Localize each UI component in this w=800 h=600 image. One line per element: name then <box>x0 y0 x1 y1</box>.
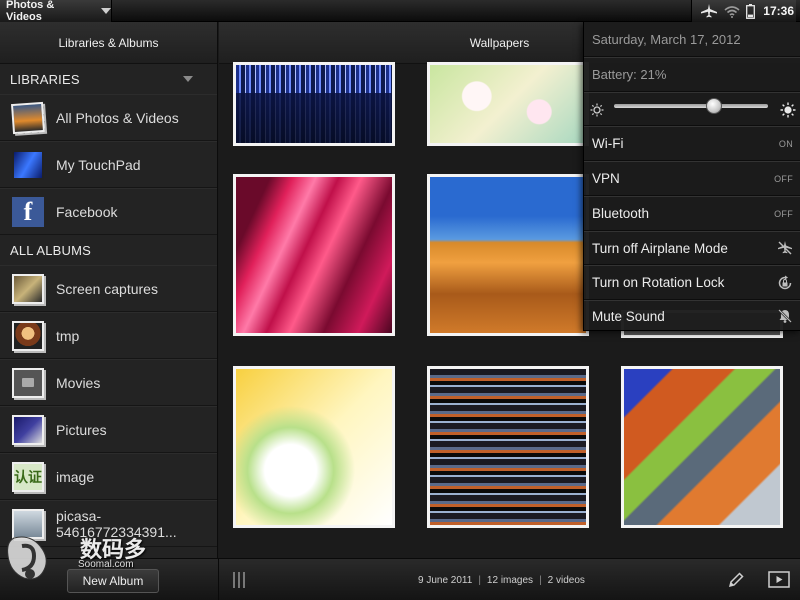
albums-section-label: ALL ALBUMS <box>0 235 217 265</box>
video-count: 2 videos <box>547 574 585 586</box>
divider <box>218 559 219 600</box>
wifi-label: Wi-Fi <box>592 136 624 151</box>
quick-settings-menu: Saturday, March 17, 2012 Battery: 21% Wi… <box>583 22 800 331</box>
rotation-lock-row[interactable]: Turn on Rotation Lock <box>584 265 800 300</box>
vpn-state: OFF <box>774 173 793 184</box>
albums-label: ALL ALBUMS <box>10 242 92 258</box>
airplane-mode-label: Turn off Airplane Mode <box>592 240 728 256</box>
video-camera-icon <box>12 367 44 398</box>
sidebar-item-facebook[interactable]: f Facebook <box>0 188 217 235</box>
bottom-toolbar: New Album 9 June 2011 | 12 images | 2 vi… <box>0 558 800 600</box>
sidebar-title: Libraries & Albums <box>0 22 217 64</box>
album-thumbnail <box>12 414 44 445</box>
album-info: 9 June 2011 | 12 images | 2 videos <box>418 559 585 600</box>
sidebar-item-label: Pictures <box>56 421 107 438</box>
date-row: Saturday, March 17, 2012 <box>584 22 800 57</box>
brightness-slider-thumb[interactable] <box>706 98 723 114</box>
sidebar-item-image[interactable]: 认证 image <box>0 453 217 500</box>
photo-thumbnail[interactable] <box>233 366 395 528</box>
vpn-label: VPN <box>592 171 620 186</box>
battery-row: Battery: 21% <box>584 57 800 92</box>
app-name: Photos & Videos <box>6 0 55 23</box>
mute-icon <box>778 309 792 323</box>
system-status-area[interactable]: 17:36 <box>691 0 796 22</box>
photo-thumbnail[interactable] <box>427 174 589 336</box>
rotation-lock-label: Turn on Rotation Lock <box>592 275 725 290</box>
sidebar-item-label: tmp <box>56 327 80 344</box>
libraries-label: LIBRARIES <box>10 71 80 87</box>
album-thumbnail <box>12 508 44 539</box>
album-thumbnail <box>12 320 44 351</box>
date-text: Saturday, March 17, 2012 <box>592 31 741 47</box>
image-count: 12 images <box>486 574 534 586</box>
photo-thumbnail[interactable] <box>427 62 589 146</box>
bluetooth-label: Bluetooth <box>592 206 650 221</box>
new-album-button[interactable]: New Album <box>67 569 159 593</box>
sidebar-item-movies[interactable]: Movies <box>0 359 217 406</box>
sidebar-item-pictures[interactable]: Pictures <box>0 406 217 453</box>
airplane-icon <box>701 4 718 18</box>
pencil-icon[interactable] <box>727 571 745 589</box>
drag-handle-icon[interactable] <box>233 572 247 588</box>
album-thumbnail <box>12 273 44 304</box>
album-thumbnail: 认证 <box>12 461 44 492</box>
wifi-toggle-row[interactable]: Wi-Fi ON <box>584 126 800 161</box>
chevron-down-icon <box>101 8 111 14</box>
separator: | <box>478 574 481 586</box>
photo-thumbnail[interactable] <box>233 62 395 146</box>
brightness-low-icon <box>590 103 604 117</box>
battery-icon <box>746 3 756 19</box>
bluetooth-toggle-row[interactable]: Bluetooth OFF <box>584 196 800 231</box>
wifi-icon <box>724 5 740 18</box>
airplane-off-icon <box>778 241 792 255</box>
brightness-slider[interactable] <box>614 104 768 108</box>
sidebar-item-label: Screen captures <box>56 280 158 297</box>
libraries-section-label[interactable]: LIBRARIES <box>0 64 217 94</box>
brightness-high-icon <box>780 102 796 118</box>
sidebar-item-screen-captures[interactable]: Screen captures <box>0 265 217 312</box>
mute-sound-label: Mute Sound <box>592 308 665 324</box>
facebook-icon: f <box>12 196 44 227</box>
sidebar-item-my-touchpad[interactable]: My TouchPad <box>0 141 217 188</box>
photo-thumbnail[interactable] <box>427 366 589 528</box>
touchpad-thumbnail <box>12 149 44 180</box>
sidebar-item-all-photos[interactable]: All Photos & Videos <box>0 94 217 141</box>
bluetooth-state: OFF <box>774 208 793 219</box>
sidebar: Libraries & Albums LIBRARIES All Photos … <box>0 22 218 558</box>
photos-thumbnail <box>10 101 46 134</box>
mute-sound-row[interactable]: Mute Sound <box>584 300 800 331</box>
sidebar-item-label: image <box>56 468 95 485</box>
album-date: 9 June 2011 <box>418 574 473 586</box>
rotation-lock-icon <box>778 275 792 289</box>
clock: 17:36 <box>763 4 794 18</box>
sidebar-item-label: My TouchPad <box>56 156 141 173</box>
collapse-triangle-icon[interactable] <box>183 76 193 82</box>
sidebar-item-label: Movies <box>56 374 101 391</box>
sidebar-item-picasa[interactable]: picasa-54616772334391... <box>0 500 217 547</box>
airplane-mode-row[interactable]: Turn off Airplane Mode <box>584 231 800 265</box>
app-menu[interactable]: Photos & Videos <box>0 0 112 23</box>
separator: | <box>539 574 542 586</box>
sidebar-item-label: Facebook <box>56 203 118 220</box>
sidebar-item-tmp[interactable]: tmp <box>0 312 217 359</box>
sidebar-item-label: picasa-54616772334391... <box>56 507 177 540</box>
status-bar: Photos & Videos 17:36 <box>0 0 800 23</box>
sidebar-item-label: All Photos & Videos <box>56 109 179 126</box>
brightness-row <box>584 92 800 126</box>
vpn-toggle-row[interactable]: VPN OFF <box>584 161 800 196</box>
photo-thumbnail[interactable] <box>233 174 395 336</box>
battery-text: Battery: 21% <box>592 67 667 82</box>
wifi-state: ON <box>778 138 793 149</box>
slideshow-play-icon[interactable] <box>768 571 790 588</box>
photo-thumbnail[interactable] <box>621 366 783 528</box>
